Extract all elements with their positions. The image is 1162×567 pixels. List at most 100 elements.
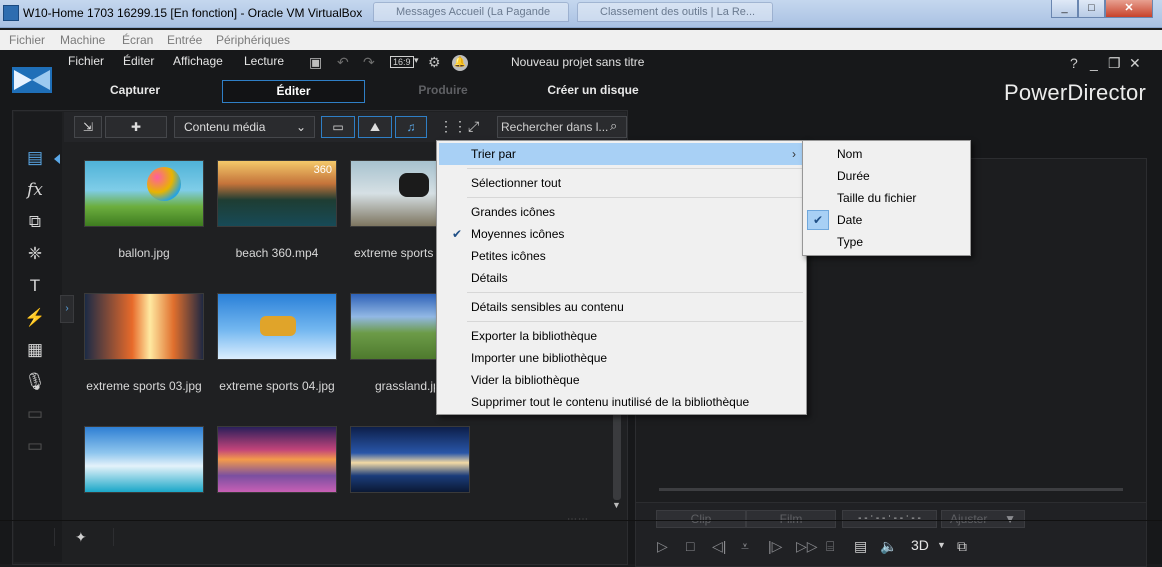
title-room-icon[interactable]: T <box>24 276 46 296</box>
media-thumbnail[interactable] <box>84 426 204 493</box>
vbox-menu-fichier[interactable]: Fichier <box>9 33 45 47</box>
minimize-button[interactable]: _ <box>1051 0 1078 18</box>
sort-by-name[interactable]: Nom <box>805 143 862 165</box>
content-type-label: Contenu média <box>184 120 266 134</box>
snapshot-camera-icon[interactable]: ⌸ <box>826 538 834 555</box>
transition-room-icon[interactable]: ⚡ <box>24 308 46 328</box>
vbox-menu-peripheriques[interactable]: Périphériques <box>216 33 290 47</box>
timeline-divider <box>0 520 1162 521</box>
volume-icon[interactable]: 🔈 <box>880 538 897 555</box>
particle-room-icon[interactable]: ❈ <box>24 244 46 264</box>
menu-editer[interactable]: Éditer <box>123 54 154 68</box>
tab-produire[interactable]: Produire <box>398 80 488 103</box>
library-search-input[interactable]: Rechercher dans l... <box>497 116 627 138</box>
search-icon[interactable]: ⌕ <box>610 118 617 134</box>
help-icon[interactable]: ? <box>1070 55 1078 71</box>
close-button[interactable]: ✕ <box>1105 0 1153 18</box>
chapter-room-icon[interactable]: ▭ <box>24 404 46 424</box>
menu-item-selectionner-tout[interactable]: Sélectionner tout <box>439 172 561 194</box>
menu-item-exporter-bibliotheque[interactable]: Exporter la bibliothèque <box>439 325 597 347</box>
media-label: extreme sports 04.jpg <box>219 379 335 393</box>
media-thumbnail[interactable] <box>217 426 337 493</box>
menu-item-importer-bibliotheque[interactable]: Importer une bibliothèque <box>439 347 607 369</box>
library-menu-icon[interactable]: ⋮⋮ <box>439 118 467 135</box>
notification-bell-icon[interactable]: 🔔 <box>452 55 468 71</box>
background-window-tab[interactable]: Classement des outils | La Re... <box>577 2 773 22</box>
scroll-down-arrow[interactable]: ▼ <box>612 500 621 510</box>
app-close-icon[interactable]: ✕ <box>1129 55 1141 72</box>
tab-creer-disque[interactable]: Créer un disque <box>538 80 648 103</box>
fx-room-icon[interactable]: fx <box>24 180 46 200</box>
chevron-down-icon[interactable]: ▼ <box>937 540 946 550</box>
maximize-button[interactable]: □ <box>1078 0 1105 18</box>
chevron-down-icon[interactable]: ▾ <box>414 55 419 66</box>
sort-by-date[interactable]: ✔ Date <box>805 209 862 231</box>
timecode-display[interactable]: - - : - - : - - : - - <box>842 510 937 528</box>
media-thumbnail[interactable] <box>84 160 204 227</box>
menu-item-petites-icones[interactable]: Petites icônes <box>439 245 546 267</box>
previous-frame-icon[interactable]: ◁| <box>712 538 726 555</box>
expand-library-icon[interactable]: ⤢ <box>468 118 479 135</box>
plugins-button[interactable]: ✚ <box>105 116 167 138</box>
media-thumbnail[interactable] <box>84 293 204 360</box>
filter-audio-button[interactable]: ♫ <box>395 116 427 138</box>
media-thumbnail[interactable]: 360 <box>217 160 337 227</box>
subtitle-room-icon[interactable]: ▭ <box>24 436 46 456</box>
media-thumbnail[interactable] <box>217 293 337 360</box>
sort-by-file-size[interactable]: Taille du fichier <box>805 187 916 209</box>
aspect-ratio-selector[interactable]: 16:9 <box>390 56 414 68</box>
audio-mixing-icon[interactable]: ▦ <box>24 340 46 360</box>
settings-gear-icon[interactable]: ⚙ <box>428 54 441 71</box>
next-frame-icon[interactable]: |▷ <box>768 538 782 555</box>
menu-item-moyennes-icones[interactable]: ✔ Moyennes icônes <box>439 223 564 245</box>
menu-item-vider-bibliotheque[interactable]: Vider la bibliothèque <box>439 369 580 391</box>
content-type-dropdown[interactable]: Contenu média ⌄ <box>174 116 315 138</box>
menu-item-details[interactable]: Détails <box>439 267 508 289</box>
undo-icon[interactable]: ↶ <box>337 54 349 71</box>
menu-affichage[interactable]: Affichage <box>173 54 223 68</box>
filter-video-button[interactable]: ▭ <box>321 116 355 138</box>
360-badge: 360 <box>313 164 332 176</box>
film-mode-button[interactable]: Film <box>746 510 836 528</box>
expand-panel-button[interactable]: › <box>60 295 74 323</box>
import-media-button[interactable]: ⇲ <box>74 116 102 138</box>
menu-item-trier-par[interactable]: Trier par › <box>439 143 804 165</box>
sort-by-duration[interactable]: Durée <box>805 165 870 187</box>
background-window-tab[interactable]: Messages Accueil (La Pagande <box>373 2 569 22</box>
menu-separator <box>467 321 803 322</box>
preview-progress-bar[interactable] <box>659 488 1123 491</box>
menu-lecture[interactable]: Lecture <box>244 54 284 68</box>
menu-item-details-sensibles[interactable]: Détails sensibles au contenu <box>439 296 624 318</box>
magic-tools-icon[interactable]: ✦ <box>75 529 87 546</box>
voiceover-microphone-icon[interactable]: 🎙 <box>24 372 46 392</box>
play-icon[interactable]: ▷ <box>657 538 668 555</box>
3d-mode-button[interactable]: 3D <box>911 537 929 553</box>
vbox-menu-entree[interactable]: Entrée <box>167 33 202 47</box>
zoom-fit-dropdown[interactable]: Ajuster ▼ <box>941 510 1025 528</box>
filter-image-button[interactable]: ⛰ <box>358 116 392 138</box>
media-thumbnail[interactable] <box>350 426 470 493</box>
menu-fichier[interactable]: Fichier <box>68 54 104 68</box>
split-icon[interactable]: ⩡ <box>741 538 749 555</box>
vbox-menu-machine[interactable]: Machine <box>60 33 105 47</box>
save-icon[interactable]: ▣ <box>309 54 322 71</box>
library-context-menu: Trier par › Sélectionner tout Grandes ic… <box>436 140 807 415</box>
app-minimize-icon[interactable]: _ <box>1090 55 1098 71</box>
tab-capturer[interactable]: Capturer <box>90 80 180 103</box>
stop-icon[interactable]: □ <box>686 538 694 554</box>
subtitles-icon[interactable]: ▤ <box>854 538 867 555</box>
clip-mode-button[interactable]: Clip <box>656 510 746 528</box>
pip-room-icon[interactable]: ⧉ <box>24 212 46 232</box>
media-label: extreme sports 03.jpg <box>86 379 202 393</box>
sort-by-type[interactable]: Type <box>805 231 863 253</box>
vbox-menu-ecran[interactable]: Écran <box>122 33 153 47</box>
redo-icon[interactable]: ↷ <box>363 54 375 71</box>
undock-preview-icon[interactable]: ⧉ <box>957 538 967 555</box>
menu-item-supprimer-inutilise[interactable]: Supprimer tout le contenu inutilisé de l… <box>439 391 749 413</box>
fast-forward-icon[interactable]: ▷▷ <box>796 538 818 555</box>
tab-editer[interactable]: Éditer <box>222 80 365 103</box>
app-restore-icon[interactable]: ❐ <box>1108 55 1121 72</box>
library-scrollbar[interactable] <box>613 410 621 500</box>
menu-item-grandes-icones[interactable]: Grandes icônes <box>439 201 555 223</box>
media-room-icon[interactable]: ▤ <box>24 148 46 168</box>
